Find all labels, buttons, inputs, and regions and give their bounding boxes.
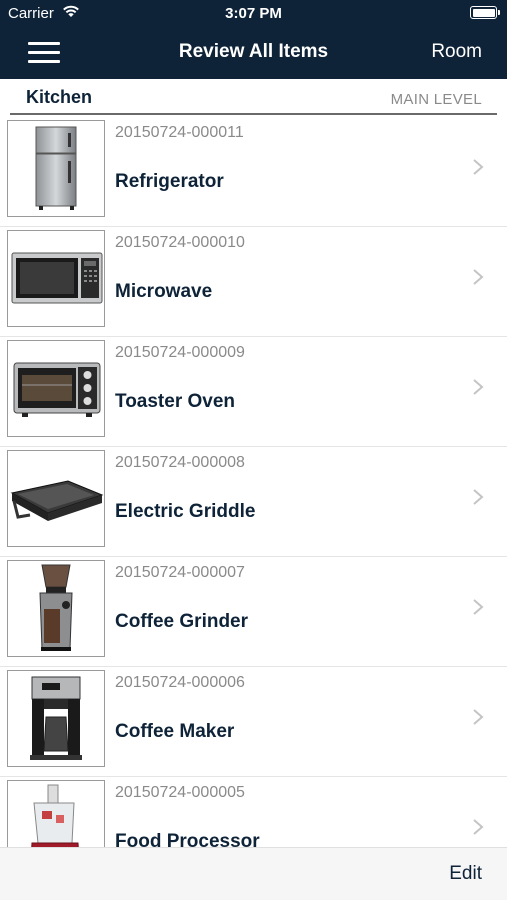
item-id: 20150724-000008 (115, 454, 245, 471)
microwave-icon (7, 230, 105, 327)
status-time: 3:07 PM (225, 5, 282, 22)
level-label: MAIN LEVEL (390, 91, 482, 108)
chevron-right-icon (473, 489, 484, 505)
top-bar: Carrier 3:07 PM Review All Items Room (0, 0, 507, 79)
item-id: 20150724-000005 (115, 784, 245, 801)
room-button[interactable]: Room (431, 41, 482, 63)
list-item[interactable]: 20150724-000011 Refrigerator (0, 117, 507, 227)
chevron-right-icon (473, 709, 484, 725)
item-name: Microwave (115, 281, 213, 302)
item-id: 20150724-000010 (115, 234, 245, 251)
item-name: Toaster Oven (115, 391, 236, 412)
coffee-maker-icon (7, 670, 105, 767)
navigation-bar: Review All Items Room (0, 28, 507, 79)
toaster-oven-icon (7, 340, 105, 437)
list-item[interactable]: 20150724-000006 Coffee Maker (0, 667, 507, 777)
status-bar: Carrier 3:07 PM (0, 0, 507, 28)
item-name: Coffee Grinder (115, 611, 249, 632)
room-name: Kitchen (26, 87, 93, 107)
food-processor-icon (7, 780, 105, 847)
list-item[interactable]: 20150724-000010 Microwave (0, 227, 507, 337)
item-name: Electric Griddle (115, 501, 256, 522)
item-list[interactable]: 20150724-000011 Refrigerator 20150724-00… (0, 117, 507, 847)
item-id: 20150724-000007 (115, 564, 245, 581)
coffee-grinder-icon (7, 560, 105, 657)
list-item[interactable]: 20150724-000007 Coffee Grinder (0, 557, 507, 667)
list-item[interactable]: 20150724-000009 Toaster Oven (0, 337, 507, 447)
section-header: Kitchen MAIN LEVEL (10, 84, 497, 115)
list-item[interactable]: 20150724-000005 Food Processor (0, 777, 507, 847)
edit-button[interactable]: Edit (449, 863, 482, 885)
chevron-right-icon (473, 379, 484, 395)
chevron-right-icon (473, 269, 484, 285)
battery-icon (470, 6, 500, 19)
item-name: Refrigerator (115, 171, 224, 192)
list-item[interactable]: 20150724-000008 Electric Griddle (0, 447, 507, 557)
item-id: 20150724-000006 (115, 674, 245, 691)
chevron-right-icon (473, 159, 484, 175)
chevron-right-icon (473, 819, 484, 835)
item-id: 20150724-000011 (115, 124, 244, 141)
item-name: Coffee Maker (115, 721, 235, 742)
bottom-toolbar: Edit (0, 847, 507, 900)
griddle-icon (7, 450, 105, 547)
item-id: 20150724-000009 (115, 344, 245, 361)
item-name: Food Processor (115, 831, 260, 847)
chevron-right-icon (473, 599, 484, 615)
refrigerator-icon (7, 120, 105, 217)
